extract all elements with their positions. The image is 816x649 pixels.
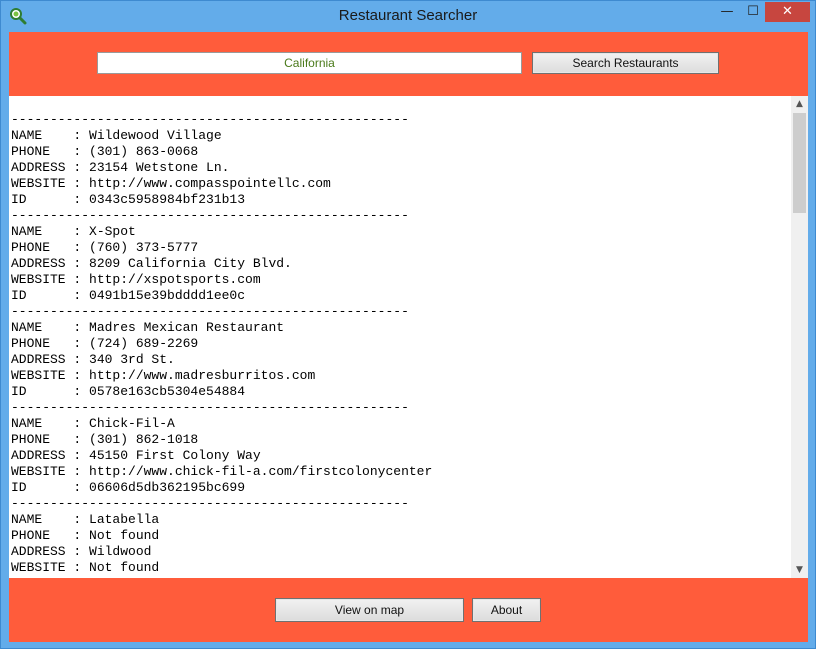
vertical-scrollbar[interactable]: ▲ ▼ [791,96,808,578]
results-textbox[interactable]: ----------------------------------------… [9,96,808,578]
main-panel: California Search Restaurants ----------… [9,32,808,642]
scroll-thumb[interactable] [793,113,806,213]
view-on-map-button[interactable]: View on map [275,598,464,622]
scroll-down-arrow-icon[interactable]: ▼ [791,562,808,578]
about-button[interactable]: About [472,598,541,622]
search-restaurants-button[interactable]: Search Restaurants [532,52,719,74]
scroll-up-arrow-icon[interactable]: ▲ [791,96,808,112]
maximize-button[interactable]: ☐ [739,2,767,22]
close-button[interactable]: ✕ [765,2,810,22]
results-text: ----------------------------------------… [11,112,433,575]
title-bar[interactable]: Restaurant Searcher — ☐ ✕ [1,1,815,32]
window-title: Restaurant Searcher [338,7,478,24]
app-window: Restaurant Searcher — ☐ ✕ California Sea… [0,0,816,649]
search-input[interactable]: California [97,52,522,74]
minimize-button[interactable]: — [713,2,741,22]
